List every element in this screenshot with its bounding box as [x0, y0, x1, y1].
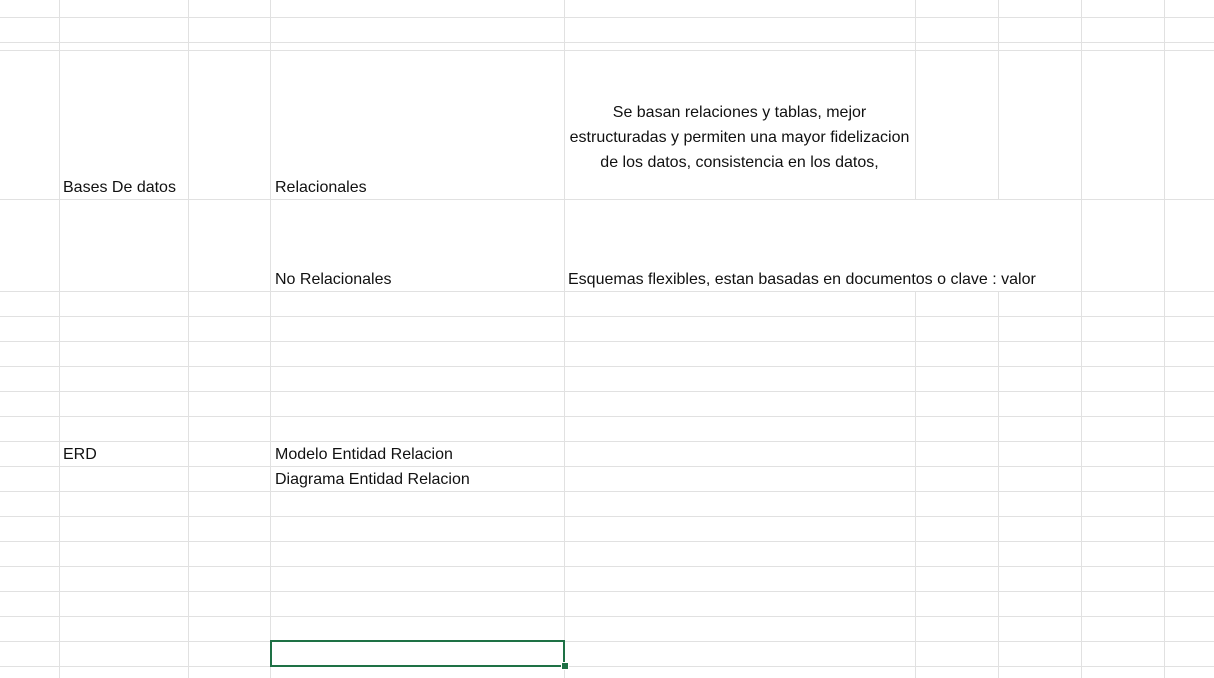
cell-relacionales-description[interactable]: Se basan relaciones y tablas, mejor estr… [565, 100, 914, 175]
row-divider [0, 316, 1214, 317]
row-divider [0, 50, 1214, 51]
cell-modelo-entidad-relacion[interactable]: Modelo Entidad Relacion [275, 445, 453, 465]
row-divider [0, 366, 1214, 367]
row-divider [0, 641, 1214, 642]
cell-no-relacionales-description[interactable]: Esquemas flexibles, estan basadas en doc… [568, 270, 1036, 290]
column-divider [59, 0, 60, 678]
active-cell-selection[interactable] [270, 640, 565, 667]
cell-relacionales[interactable]: Relacionales [275, 178, 367, 198]
row-divider [0, 516, 1214, 517]
row-divider [0, 466, 1214, 467]
row-divider [0, 416, 1214, 417]
column-divider [1164, 0, 1165, 678]
row-divider [0, 341, 1214, 342]
cell-no-relacionales[interactable]: No Relacionales [275, 270, 392, 290]
column-divider [1081, 0, 1082, 678]
cell-erd[interactable]: ERD [63, 445, 97, 465]
row-divider [0, 541, 1214, 542]
row-divider [0, 391, 1214, 392]
spreadsheet-grid[interactable]: Bases De datos Relacionales Se basan rel… [0, 0, 1214, 678]
row-divider [0, 666, 1214, 667]
row-divider [0, 591, 1214, 592]
row-divider [0, 441, 1214, 442]
column-divider [188, 0, 189, 678]
column-divider [915, 0, 916, 678]
cell-bases-de-datos[interactable]: Bases De datos [63, 178, 176, 198]
row-divider [0, 566, 1214, 567]
fill-handle[interactable] [561, 662, 569, 670]
row-divider [0, 42, 1214, 43]
row-divider [0, 616, 1214, 617]
row-divider [0, 491, 1214, 492]
column-divider [270, 0, 271, 678]
cell-diagrama-entidad-relacion[interactable]: Diagrama Entidad Relacion [275, 470, 470, 490]
row-divider [0, 291, 1214, 292]
column-divider [998, 0, 999, 678]
row-divider [0, 17, 1214, 18]
